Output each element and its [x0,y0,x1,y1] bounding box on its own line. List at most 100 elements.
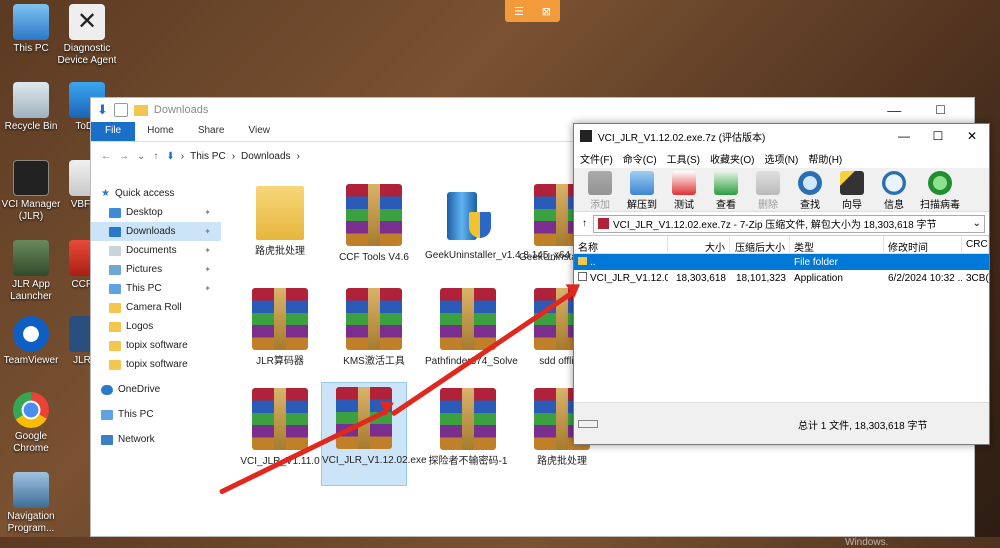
file-table: 名称 大小 压缩后大小 类型 修改时间 CRC .. File folder V… [574,236,989,402]
cell-packed: 18,101,323 [735,272,786,284]
horizontal-scrollbar[interactable] [574,402,989,416]
nav-pictures[interactable]: Pictures ✦ [91,260,221,279]
menu-tools[interactable]: 工具(S) [667,151,700,166]
desktop-icon-teamviewer[interactable]: TeamViewer [0,316,62,367]
desktop-icon-navigation[interactable]: Navigation Program... [0,472,62,534]
file-item[interactable]: VCI_JLR_V1.11.0 [237,384,323,468]
nav-this-pc-quick[interactable]: This PC ✦ [91,279,221,298]
breadcrumb-downloads[interactable]: Downloads [241,151,290,162]
nav-topix-1[interactable]: topix software [91,336,221,355]
file-item[interactable]: JLR算码器 [237,284,323,368]
nav-quick-access[interactable]: ★ Quick access [91,184,221,203]
path-text: VCI_JLR_V1.12.02.exe.7z - 7-Zip 压缩文件, 解包… [613,220,937,231]
cell-size: 18,303,618 [675,272,726,284]
toolbar-add[interactable]: 添加 [580,168,620,211]
table-row[interactable]: VCI_JLR_V1.12.0... 18,303,618 18,101,323… [574,270,989,286]
tab-file[interactable]: File [91,122,136,141]
col-crc[interactable]: CRC [962,236,989,253]
tab-home[interactable]: Home [135,122,186,141]
menu-options[interactable]: 选项(N) [764,151,798,166]
back-icon[interactable]: ← [101,151,111,162]
toolbar-extract[interactable]: 解压到 [622,168,662,211]
winrar-archive-icon [252,388,308,450]
menu-command[interactable]: 命令(C) [623,151,657,166]
desktop-icon-label: Google Chrome [13,431,49,454]
nav-network[interactable]: Network [91,430,221,449]
nav-camera-roll[interactable]: Camera Roll [91,298,221,317]
maximize-icon[interactable]: ☐ [935,103,946,117]
cell-name: .. [574,256,668,268]
file-name: KMS激活工具 [343,356,405,367]
minimize-icon[interactable]: — [887,102,901,118]
nav-logos[interactable]: Logos [91,317,221,336]
toolbar-find[interactable]: 查找 [790,168,830,211]
file-item[interactable]: 探险者不输密码-1 [425,384,511,468]
toolbar-delete[interactable]: 删除 [748,168,788,211]
toolbar-test[interactable]: 测试 [664,168,704,211]
folder-icon [109,302,121,313]
maximize-icon[interactable]: ☐ [921,129,955,143]
col-packed[interactable]: 压缩后大小 [730,236,790,254]
info-icon [882,171,906,195]
desktop-icon-jlr-launcher[interactable]: JLR App Launcher [0,240,62,302]
tab-share[interactable]: Share [186,122,237,141]
menu-favorites[interactable]: 收藏夹(O) [710,151,754,166]
winrar-archive-icon [252,288,308,350]
desktop-icon-vci-manager[interactable]: VCI Manager (JLR) [0,160,62,222]
up-icon[interactable]: ↑ [153,151,158,162]
nav-topix-2[interactable]: topix software [91,355,221,374]
nav-downloads[interactable]: Downloads ✦ [91,222,221,241]
desktop-icon-label: This PC [13,43,49,54]
file-item[interactable]: 路虎批处理 [237,180,323,258]
up-icon[interactable]: ↑ [582,218,587,229]
breadcrumb-this-pc[interactable]: This PC [190,151,226,162]
menu-help[interactable]: 帮助(H) [808,151,842,166]
forward-icon[interactable]: → [119,151,129,162]
nav-this-pc[interactable]: This PC [91,405,221,424]
network-icon [101,434,113,445]
nav-desktop[interactable]: Desktop ✦ [91,203,221,222]
desktop-icon-chrome[interactable]: Google Chrome [0,392,62,454]
desktop-icon-this-pc[interactable]: This PC [0,4,62,55]
status-bar: 总计 1 文件, 18,303,618 字节 [574,416,989,432]
close-icon[interactable]: ⊠ [542,5,551,18]
menu-file[interactable]: 文件(F) [580,151,613,166]
table-header: 名称 大小 压缩后大小 类型 修改时间 CRC [574,236,989,254]
path-field[interactable]: VCI_JLR_V1.12.02.exe.7z - 7-Zip 压缩文件, 解包… [593,214,985,233]
toolbar-info[interactable]: 信息 [874,168,914,211]
file-item[interactable]: GeekUninstaller_v1.4.8.145_x64 [425,180,570,262]
file-item[interactable]: Pathfinder374_Solve [425,284,518,368]
col-name[interactable]: 名称 [574,236,668,254]
properties-icon[interactable] [113,103,128,117]
folder-icon [109,359,121,370]
folder-icon [256,186,304,240]
toolbar-view[interactable]: 查看 [706,168,746,211]
col-mtime[interactable]: 修改时间 [884,236,962,254]
file-item[interactable]: KMS激活工具 [331,284,417,368]
menu-icon[interactable]: ☰ [514,5,524,18]
col-size[interactable]: 大小 [668,236,730,254]
pin-icon: ✦ [204,265,211,274]
breadcrumb[interactable]: ⬇ › This PC › Downloads › [166,151,299,162]
desktop-icon-recycle-bin[interactable]: Recycle Bin [0,82,62,133]
tab-view[interactable]: View [237,122,283,141]
path-bar: ↑ VCI_JLR_V1.12.02.exe.7z - 7-Zip 压缩文件, … [574,212,989,236]
toolbar-scan[interactable]: 扫描病毒 [916,168,964,211]
cell-mtime: 6/2/2024 10:32 ... [888,272,962,284]
desktop-icon-diagnostic-agent[interactable]: ✕ Diagnostic Device Agent [56,4,118,66]
winrar-archive-icon [440,288,496,350]
cell-crc: 3CB( [966,272,989,284]
nav-onedrive[interactable]: OneDrive [91,380,221,399]
close-icon[interactable]: ✕ [955,129,989,143]
chevron-down-icon[interactable]: ⌄ [973,218,981,229]
file-item[interactable]: CCF Tools V4.6 [331,180,417,264]
toolbar-wizard[interactable]: 向导 [832,168,872,211]
file-name: 路虎批处理 [255,246,305,257]
window-title: Downloads [153,104,209,116]
minimize-icon[interactable]: — [887,129,921,143]
col-type[interactable]: 类型 [790,236,884,254]
table-row[interactable]: .. File folder [574,254,989,270]
virus-scan-icon [928,171,952,195]
nav-documents[interactable]: Documents ✦ [91,241,221,260]
chevron-down-icon[interactable]: ⌄ [137,151,145,162]
